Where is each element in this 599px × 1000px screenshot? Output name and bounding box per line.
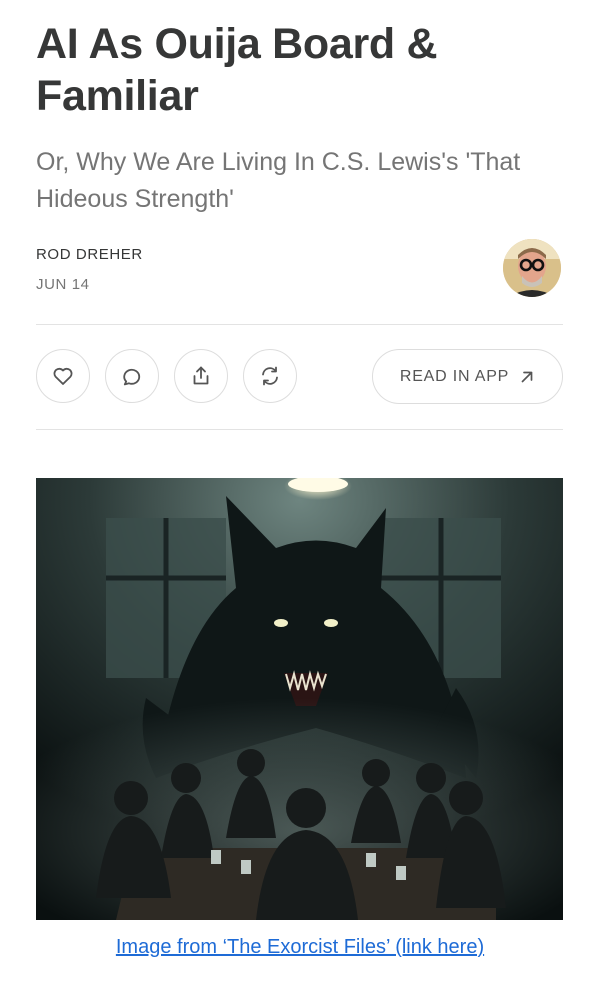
read-in-app-button[interactable]: READ IN APP <box>372 349 563 404</box>
author-avatar[interactable] <box>503 239 561 297</box>
actions-divider <box>36 429 563 430</box>
article-title: AI As Ouija Board & Familiar <box>36 20 438 120</box>
header-divider <box>36 324 563 325</box>
author-name[interactable]: ROD DREHER <box>36 246 143 263</box>
comment-button[interactable] <box>105 349 159 403</box>
share-button[interactable] <box>174 349 228 403</box>
werewolf-seance-illustration <box>36 478 563 920</box>
article-subtitle: Or, Why We Are Living In C.S. Lewis's 'T… <box>36 148 521 213</box>
share-icon <box>193 366 209 385</box>
post-date: JUN 14 <box>36 276 90 293</box>
like-button[interactable] <box>36 349 90 403</box>
image-caption-link[interactable]: Image from ‘The Exorcist Files’ (link he… <box>80 932 520 962</box>
avatar-image <box>503 239 561 297</box>
restack-button[interactable] <box>243 349 297 403</box>
read-in-app-label: READ IN APP <box>399 367 510 385</box>
comment-icon <box>123 368 141 386</box>
article-hero-image[interactable] <box>36 478 563 920</box>
arrow-up-right-icon <box>521 371 533 382</box>
restack-icon <box>262 366 278 386</box>
heart-icon <box>53 367 73 385</box>
